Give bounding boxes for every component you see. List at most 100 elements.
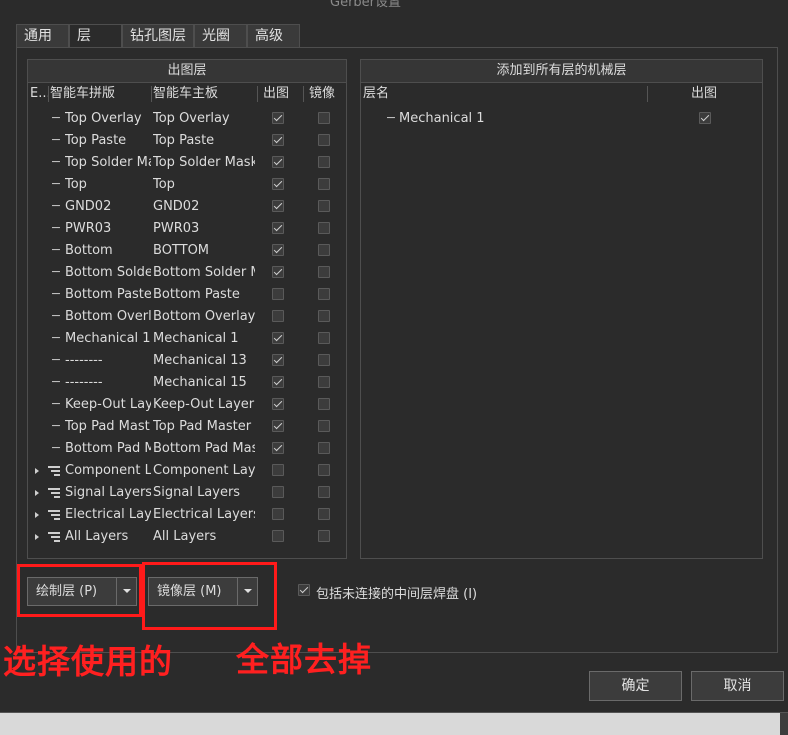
plot-checkbox[interactable] bbox=[272, 222, 284, 234]
expand-arrow-icon[interactable] bbox=[35, 468, 39, 474]
layer-row[interactable]: Signal Layers Signal Layers bbox=[28, 482, 346, 504]
panel-layer-name: Top Paste bbox=[65, 133, 127, 148]
panel-layer-name: Top Solder Ma bbox=[65, 155, 151, 170]
tab-drill-drawing[interactable]: 钻孔图层 bbox=[122, 24, 194, 47]
include-unconnected-checkbox[interactable] bbox=[298, 584, 310, 596]
mirror-checkbox[interactable] bbox=[318, 156, 330, 168]
plot-checkbox[interactable] bbox=[272, 244, 284, 256]
column-header-main[interactable]: 智能车主板 bbox=[153, 83, 253, 105]
panel-layer-name: Bottom Pad M bbox=[65, 441, 151, 456]
cancel-button[interactable]: 取消 bbox=[691, 671, 784, 701]
layer-row[interactable]: ─ Keep-Out Lay Keep-Out Layer bbox=[28, 394, 346, 416]
layer-row[interactable]: Component L Component Laye bbox=[28, 460, 346, 482]
plot-checkbox[interactable] bbox=[272, 442, 284, 454]
ok-button[interactable]: 确定 bbox=[589, 671, 682, 701]
mirror-checkbox[interactable] bbox=[318, 200, 330, 212]
mirror-checkbox[interactable] bbox=[318, 266, 330, 278]
plot-checkbox[interactable] bbox=[272, 376, 284, 388]
mirror-checkbox[interactable] bbox=[318, 288, 330, 300]
layer-row[interactable]: ─ Bottom BOTTOM bbox=[28, 240, 346, 262]
expand-arrow-icon[interactable] bbox=[35, 490, 39, 496]
column-header-panel[interactable]: 智能车拼版 bbox=[50, 83, 150, 105]
mechanical-plot-checkbox[interactable] bbox=[699, 112, 711, 124]
plot-checkbox[interactable] bbox=[272, 420, 284, 432]
column-header-layer-name[interactable]: 层名 bbox=[363, 83, 643, 105]
plot-checkbox[interactable] bbox=[272, 310, 284, 322]
layer-row[interactable]: ─ Mechanical 1 Mechanical 1 bbox=[28, 328, 346, 350]
mirror-checkbox[interactable] bbox=[318, 134, 330, 146]
layer-row[interactable]: ─ -------- Mechanical 13 bbox=[28, 350, 346, 372]
plot-checkbox[interactable] bbox=[272, 134, 284, 146]
layer-row[interactable]: ─ Bottom Overla Bottom Overlay bbox=[28, 306, 346, 328]
mirror-checkbox[interactable] bbox=[318, 244, 330, 256]
panel-layer-name: Component L bbox=[65, 463, 151, 478]
layer-row[interactable]: ─ Top Pad Mast Top Pad Master bbox=[28, 416, 346, 438]
plot-checkbox[interactable] bbox=[272, 156, 284, 168]
panel-layer-name: Top Overlay bbox=[65, 111, 142, 126]
mirror-checkbox[interactable] bbox=[318, 332, 330, 344]
plot-checkbox[interactable] bbox=[272, 288, 284, 300]
mirror-checkbox[interactable] bbox=[318, 464, 330, 476]
layer-row[interactable]: ─ GND02 GND02 bbox=[28, 196, 346, 218]
layer-row[interactable]: ─ Top Solder Ma Top Solder Mask bbox=[28, 152, 346, 174]
column-header-e[interactable]: E... bbox=[30, 83, 48, 105]
include-unconnected-label: 包括未连接的中间层焊盘 (I) bbox=[316, 587, 478, 602]
mirror-checkbox[interactable] bbox=[318, 222, 330, 234]
layer-stack-icon bbox=[48, 466, 60, 476]
layer-row[interactable]: All Layers All Layers bbox=[28, 526, 346, 548]
mirror-checkbox[interactable] bbox=[318, 376, 330, 388]
plot-checkbox[interactable] bbox=[272, 508, 284, 520]
plot-checkbox[interactable] bbox=[272, 332, 284, 344]
panel-layer-name: Top bbox=[65, 177, 87, 192]
plot-checkbox[interactable] bbox=[272, 530, 284, 542]
mirror-checkbox[interactable] bbox=[318, 508, 330, 520]
panel-layer-name: Bottom bbox=[65, 243, 113, 258]
mirror-checkbox[interactable] bbox=[318, 112, 330, 124]
mirror-checkbox[interactable] bbox=[318, 420, 330, 432]
tab-general[interactable]: 通用 bbox=[16, 24, 69, 47]
title-bar: Gerber设置 bbox=[0, 0, 788, 16]
layer-row[interactable]: Electrical Laye Electrical Layers bbox=[28, 504, 346, 526]
column-header-plot[interactable]: 出图 bbox=[263, 83, 303, 105]
mirror-checkbox[interactable] bbox=[318, 530, 330, 542]
mechanical-layer-row[interactable]: ─ Mechanical 1 bbox=[361, 108, 762, 130]
main-layer-name: GND02 bbox=[153, 199, 200, 214]
layer-row[interactable]: ─ Top Overlay Top Overlay bbox=[28, 108, 346, 130]
tab-layers[interactable]: 层 bbox=[69, 24, 122, 49]
layer-row[interactable]: ─ Bottom Pad M Bottom Pad Mas bbox=[28, 438, 346, 460]
layer-row[interactable]: ─ Top Top bbox=[28, 174, 346, 196]
mirror-checkbox[interactable] bbox=[318, 354, 330, 366]
tab-advanced[interactable]: 高级 bbox=[247, 24, 300, 47]
panel-layer-name: -------- bbox=[65, 353, 103, 368]
layer-row[interactable]: ─ PWR03 PWR03 bbox=[28, 218, 346, 240]
plot-checkbox[interactable] bbox=[272, 486, 284, 498]
plot-checkbox[interactable] bbox=[272, 112, 284, 124]
main-layer-name: Bottom Pad Mas bbox=[153, 441, 255, 456]
mirror-checkbox[interactable] bbox=[318, 178, 330, 190]
plot-checkbox[interactable] bbox=[272, 464, 284, 476]
layer-row[interactable]: ─ Bottom Paste Bottom Paste bbox=[28, 284, 346, 306]
layer-row[interactable]: ─ Bottom Solder Bottom Solder M bbox=[28, 262, 346, 284]
include-unconnected-option[interactable]: 包括未连接的中间层焊盘 (I) bbox=[298, 583, 558, 602]
plot-checkbox[interactable] bbox=[272, 398, 284, 410]
main-layer-name: Mechanical 15 bbox=[153, 375, 247, 390]
main-layer-name: Bottom Overlay bbox=[153, 309, 255, 324]
mirror-checkbox[interactable] bbox=[318, 398, 330, 410]
panel-layer-name: Keep-Out Lay bbox=[65, 397, 151, 412]
mirror-checkbox[interactable] bbox=[318, 486, 330, 498]
expand-arrow-icon[interactable] bbox=[35, 512, 39, 518]
mirror-checkbox[interactable] bbox=[318, 442, 330, 454]
layer-row[interactable]: ─ -------- Mechanical 15 bbox=[28, 372, 346, 394]
column-header-plot-right[interactable]: 出图 bbox=[691, 83, 731, 105]
tab-apertures[interactable]: 光圈 bbox=[194, 24, 247, 47]
plot-checkbox[interactable] bbox=[272, 200, 284, 212]
plot-checkbox[interactable] bbox=[272, 266, 284, 278]
mirror-checkbox[interactable] bbox=[318, 310, 330, 322]
layer-row[interactable]: ─ Top Paste Top Paste bbox=[28, 130, 346, 152]
mechanical-layers-group: 添加到所有层的机械层 层名 出图 ─ Mechanical 1 bbox=[360, 59, 763, 559]
main-layer-name: BOTTOM bbox=[153, 243, 210, 258]
column-header-mirror[interactable]: 镜像 bbox=[309, 83, 345, 105]
plot-checkbox[interactable] bbox=[272, 354, 284, 366]
expand-arrow-icon[interactable] bbox=[35, 534, 39, 540]
plot-checkbox[interactable] bbox=[272, 178, 284, 190]
